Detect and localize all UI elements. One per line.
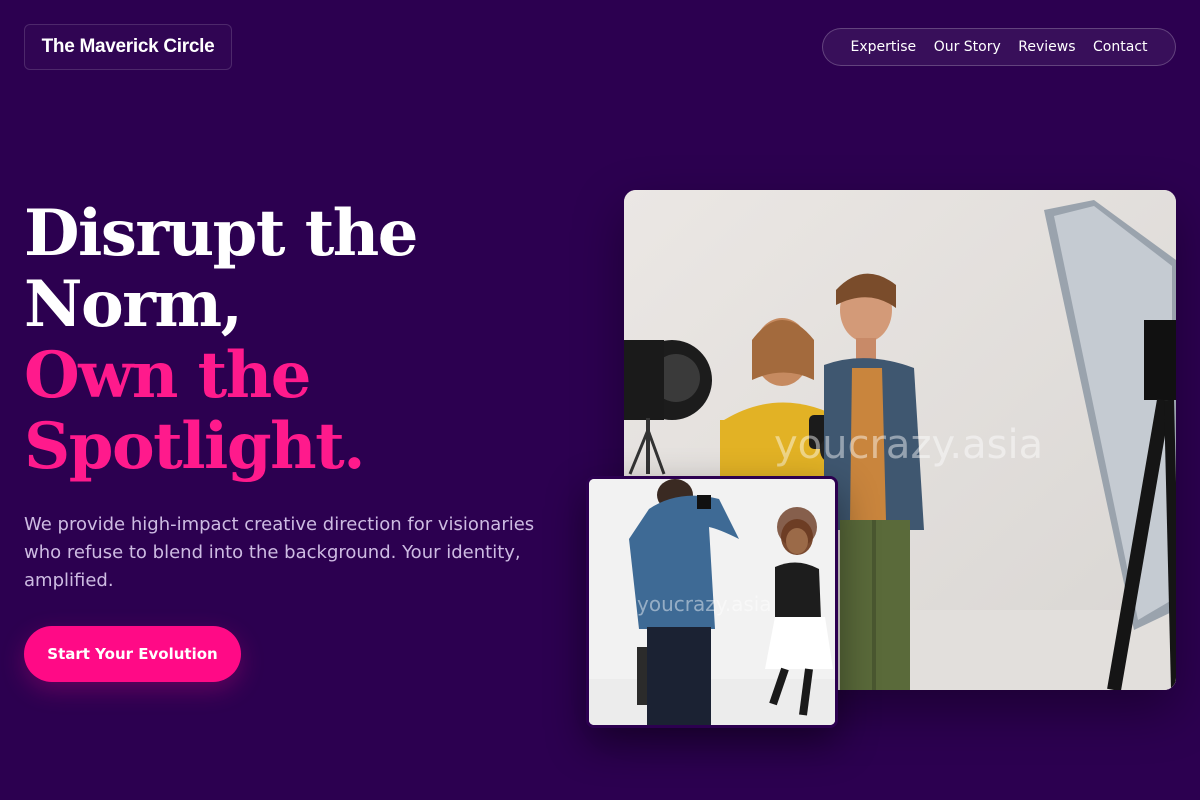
hero-title-accent-line: Spotlight. [24,409,365,484]
hero-title-accent-line: Own the [24,338,311,413]
secondary-photo-watermark: youcrazy.asia [637,592,772,616]
nav-link-reviews[interactable]: Reviews [1018,39,1075,55]
hero-photo-secondary: youcrazy.asia [586,476,838,728]
main-photo-watermark: youcrazy.asia [774,422,1043,468]
nav-link-our-story[interactable]: Our Story [934,39,1001,55]
logo-text: The Maverick Circle [41,36,215,57]
hero-description: We provide high-impact creative directio… [24,514,535,591]
hero-title: Disrupt the Norm, Own the Spotlight. [24,196,419,484]
logo-button[interactable]: The Maverick Circle [24,24,232,70]
start-evolution-button[interactable]: Start Your Evolution [24,626,241,682]
nav-link-expertise[interactable]: Expertise [851,39,917,55]
hero-title-line: Disrupt the [24,196,419,271]
landing-page: The Maverick Circle Expertise Our Story … [0,0,1200,800]
main-nav: Expertise Our Story Reviews Contact [822,28,1176,66]
photoshoot-illustration: youcrazy.asia [589,479,835,725]
hero-title-line: Norm, [24,267,243,342]
nav-link-contact[interactable]: Contact [1093,39,1147,55]
